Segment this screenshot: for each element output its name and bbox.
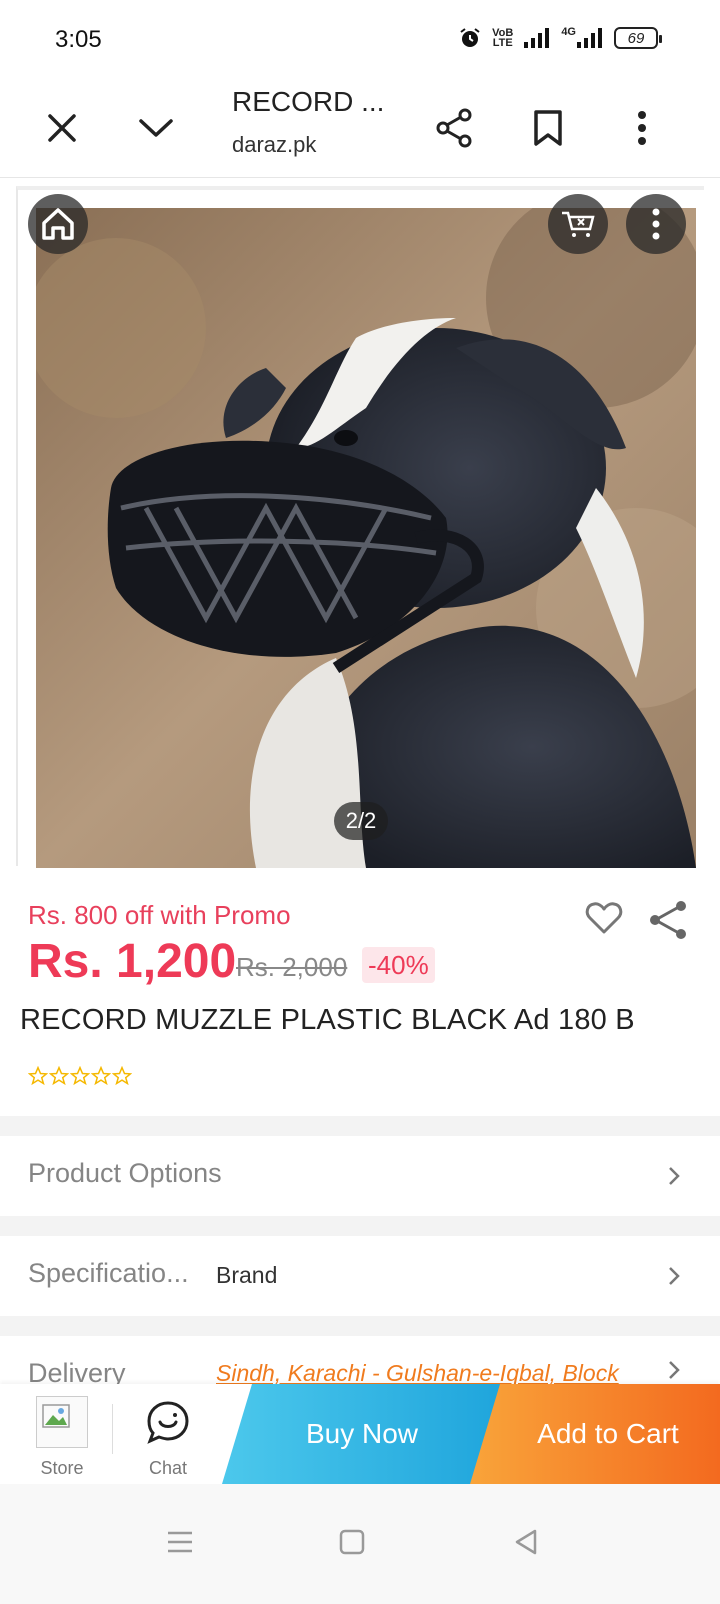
page-title[interactable]: RECORD ... [232, 86, 384, 118]
row-value: Brand [216, 1262, 278, 1288]
home-square-icon[interactable] [322, 1512, 382, 1572]
chevron-right-icon [669, 1167, 680, 1185]
chevron-down-icon[interactable] [130, 102, 182, 154]
chat-icon [147, 1401, 189, 1444]
cart-icon[interactable] [548, 194, 608, 254]
discount-badge: -40% [362, 947, 435, 983]
product-image[interactable] [36, 208, 696, 868]
current-price: Rs. 1,200 [28, 935, 237, 988]
promo-text[interactable]: Rs. 800 off with Promo [28, 900, 291, 931]
home-icon[interactable] [28, 194, 88, 254]
star-icon [91, 1066, 111, 1086]
star-icon [112, 1066, 132, 1086]
original-price: Rs. 2,000 [236, 952, 348, 982]
share-icon[interactable] [428, 102, 480, 154]
image-counter: 2/2 [334, 802, 388, 840]
close-icon[interactable] [36, 102, 88, 154]
store-button[interactable]: Store [12, 1384, 112, 1484]
star-icon [70, 1066, 90, 1086]
page-url[interactable]: daraz.pk [232, 132, 316, 158]
specifications-row[interactable]: Specificatio... Brand [0, 1236, 720, 1316]
browser-toolbar: RECORD ... daraz.pk [0, 80, 720, 178]
row-label: Product Options [28, 1158, 222, 1188]
star-icon [28, 1066, 48, 1086]
separator [112, 1404, 113, 1454]
chat-button[interactable]: Chat [118, 1384, 218, 1484]
heart-icon[interactable] [584, 898, 624, 938]
buy-now-button[interactable]: Buy Now [222, 1384, 502, 1484]
network-type: 4G [561, 27, 604, 49]
signal-icon-2 [577, 28, 602, 48]
status-icons: VoB LTE 4G 69 [458, 26, 662, 50]
chevron-right-icon [669, 1267, 680, 1285]
delivery-location[interactable]: Sindh, Karachi - Gulshan-e-Iqbal, Block [216, 1360, 619, 1387]
product-gallery[interactable] [16, 186, 704, 868]
signal-icon [524, 28, 550, 48]
status-time: 3:05 [55, 26, 102, 53]
gallery-more-icon[interactable] [626, 194, 686, 254]
volte-indicator: VoB LTE [492, 27, 514, 49]
bookmark-icon[interactable] [522, 102, 574, 154]
section-divider [0, 1116, 720, 1136]
action-bar: Store Chat Buy Now Add to Cart [0, 1384, 720, 1484]
product-options-row[interactable]: Product Options [0, 1136, 720, 1216]
more-vert-icon[interactable] [616, 102, 668, 154]
status-bar: 3:05 VoB LTE 4G 69 [0, 0, 720, 80]
star-icon [49, 1066, 69, 1086]
rating-stars[interactable] [28, 1066, 132, 1086]
store-image [36, 1396, 88, 1448]
alarm-icon [460, 28, 480, 47]
row-label: Specificatio... [28, 1258, 189, 1288]
system-navigation [0, 1484, 720, 1604]
store-label: Store [40, 1458, 84, 1478]
add-to-cart-button[interactable]: Add to Cart [470, 1384, 720, 1484]
section-divider [0, 1216, 720, 1236]
chevron-right-icon [669, 1361, 680, 1379]
chat-label: Chat [148, 1458, 188, 1478]
back-icon[interactable] [496, 1512, 556, 1572]
section-divider [0, 1316, 720, 1336]
menu-icon[interactable] [150, 1512, 210, 1572]
product-share-icon[interactable] [646, 898, 690, 942]
battery-indicator: 69 [614, 27, 662, 49]
product-title: RECORD MUZZLE PLASTIC BLACK Ad 180 B [20, 1004, 635, 1036]
